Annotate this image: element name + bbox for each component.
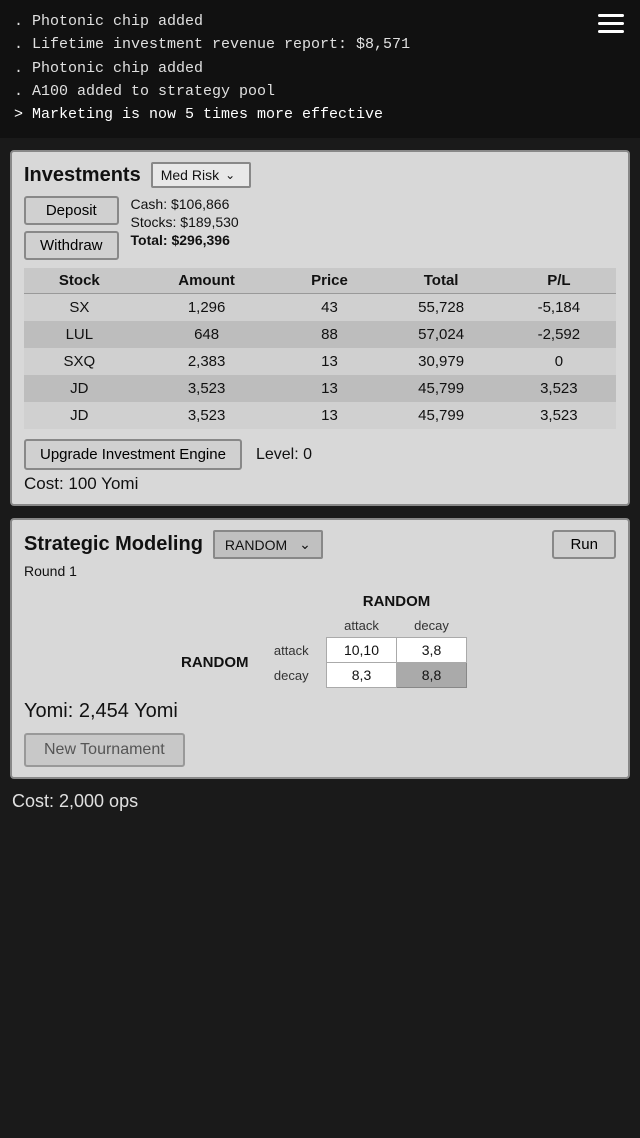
log-line: . A100 added to strategy pool: [14, 80, 626, 103]
cell-attack-decay: 3,8: [397, 638, 467, 663]
upgrade-row: Upgrade Investment Engine Level: 0: [24, 439, 616, 470]
cell-amount: 1,296: [135, 294, 279, 322]
strategy-label: RANDOM: [225, 537, 287, 553]
cell-pl: 3,523: [502, 375, 616, 402]
chevron-down-icon: ⌄: [299, 536, 311, 553]
cell-total: 55,728: [380, 294, 501, 322]
row-label-attack: attack: [257, 638, 327, 663]
deposit-button[interactable]: Deposit: [24, 196, 119, 225]
cell-attack-attack: 10,10: [327, 638, 397, 663]
investments-title: Investments: [24, 164, 141, 187]
matrix-container: RANDOM attack decay RANDOM attack 10,10 …: [173, 589, 467, 688]
stocks-table: Stock Amount Price Total P/L SX1,2964355…: [24, 268, 616, 429]
cell-decay-decay: 8,8: [397, 663, 467, 688]
matrix-col-header: RANDOM: [327, 589, 467, 614]
risk-select[interactable]: Med Risk ⌄: [151, 162, 251, 188]
col-subheader-attack: attack: [327, 614, 397, 638]
upgrade-button[interactable]: Upgrade Investment Engine: [24, 439, 242, 470]
cash-label: Cash: $106,866: [131, 196, 239, 212]
balance-info: Cash: $106,866 Stocks: $189,530 Total: $…: [131, 196, 239, 248]
yomi-label: Yomi: 2,454 Yomi: [24, 700, 616, 723]
strategy-matrix: RANDOM attack decay RANDOM attack 10,10 …: [24, 589, 616, 688]
log-line: . Photonic chip added: [14, 57, 626, 80]
run-button[interactable]: Run: [552, 530, 616, 559]
cell-price: 43: [278, 294, 380, 322]
cell-amount: 2,383: [135, 348, 279, 375]
matrix-subheader-row: attack decay: [173, 614, 467, 638]
row-label-decay: decay: [257, 663, 327, 688]
col-pl: P/L: [502, 268, 616, 294]
col-total: Total: [380, 268, 501, 294]
cell-price: 88: [278, 321, 380, 348]
strategy-select[interactable]: RANDOM ⌄: [213, 530, 323, 559]
table-row: JD3,5231345,7993,523: [24, 402, 616, 429]
strat-header: Strategic Modeling RANDOM ⌄ Run: [24, 530, 616, 559]
cell-pl: 3,523: [502, 402, 616, 429]
action-buttons: Deposit Withdraw: [24, 196, 119, 260]
table-row: LUL6488857,024-2,592: [24, 321, 616, 348]
log-line: > Marketing is now 5 times more effectiv…: [14, 103, 626, 126]
cell-amount: 3,523: [135, 402, 279, 429]
cell-total: 45,799: [380, 402, 501, 429]
log-section: . Photonic chip added. Lifetime investme…: [0, 0, 640, 138]
hamburger-menu[interactable]: [598, 14, 624, 33]
strat-title: Strategic Modeling: [24, 533, 203, 556]
col-subheader-decay: decay: [397, 614, 467, 638]
log-line: . Lifetime investment revenue report: $8…: [14, 33, 626, 56]
investments-buttons-info: Deposit Withdraw Cash: $106,866 Stocks: …: [24, 196, 616, 260]
cell-amount: 648: [135, 321, 279, 348]
cell-stock: SXQ: [24, 348, 135, 375]
matrix-attack-row: RANDOM attack 10,10 3,8: [173, 638, 467, 663]
risk-label: Med Risk: [161, 167, 219, 183]
cell-pl: 0: [502, 348, 616, 375]
round-label: Round 1: [24, 563, 616, 579]
table-row: SXQ2,3831330,9790: [24, 348, 616, 375]
col-amount: Amount: [135, 268, 279, 294]
chevron-down-icon: ⌄: [225, 168, 235, 182]
cell-pl: -5,184: [502, 294, 616, 322]
cell-stock: JD: [24, 402, 135, 429]
cell-decay-attack: 8,3: [327, 663, 397, 688]
matrix-top-spacer: RANDOM: [173, 589, 467, 614]
cell-price: 13: [278, 375, 380, 402]
cell-total: 45,799: [380, 375, 501, 402]
withdraw-button[interactable]: Withdraw: [24, 231, 119, 260]
col-price: Price: [278, 268, 380, 294]
tournament-cost: Cost: 2,000 ops: [12, 791, 628, 812]
table-header-row: Stock Amount Price Total P/L: [24, 268, 616, 294]
cell-price: 13: [278, 402, 380, 429]
level-label: Level: 0: [256, 446, 312, 464]
table-row: JD3,5231345,7993,523: [24, 375, 616, 402]
matrix-row-header: RANDOM: [173, 638, 257, 688]
total-label: Total: $296,396: [131, 232, 239, 248]
cell-pl: -2,592: [502, 321, 616, 348]
upgrade-cost: Cost: 100 Yomi: [24, 474, 616, 494]
investments-card: Investments Med Risk ⌄ Deposit Withdraw …: [10, 150, 630, 506]
cell-stock: LUL: [24, 321, 135, 348]
cell-amount: 3,523: [135, 375, 279, 402]
cell-price: 13: [278, 348, 380, 375]
cell-total: 30,979: [380, 348, 501, 375]
stocks-label: Stocks: $189,530: [131, 214, 239, 230]
strategic-modeling-card: Strategic Modeling RANDOM ⌄ Run Round 1 …: [10, 518, 630, 779]
log-line: . Photonic chip added: [14, 10, 626, 33]
new-tournament-button[interactable]: New Tournament: [24, 733, 185, 767]
cell-stock: JD: [24, 375, 135, 402]
cell-total: 57,024: [380, 321, 501, 348]
col-stock: Stock: [24, 268, 135, 294]
table-row: SX1,2964355,728-5,184: [24, 294, 616, 322]
cell-stock: SX: [24, 294, 135, 322]
investments-header: Investments Med Risk ⌄: [24, 162, 616, 188]
